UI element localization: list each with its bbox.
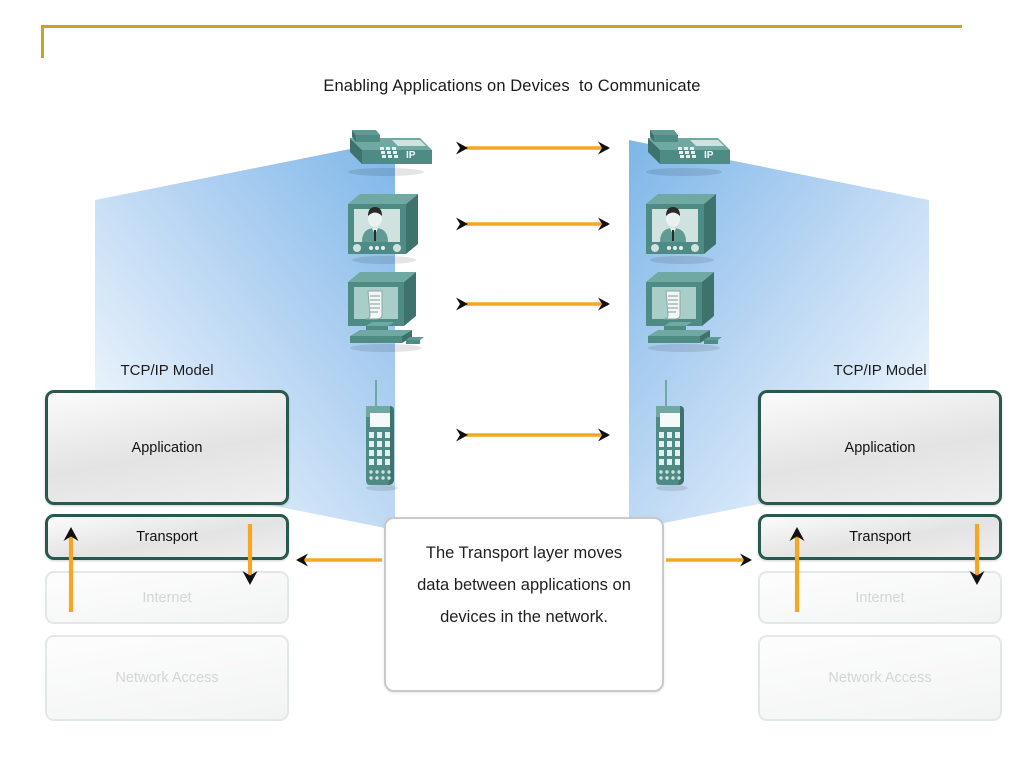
svg-text:IP: IP (704, 150, 714, 161)
mobile-phone-icon-right (656, 380, 688, 491)
stack-title-left: TCP/IP Model (120, 362, 214, 379)
slide-canvas: Enabling Applications on Devices to Comm… (0, 0, 1024, 768)
frame-top-rule (41, 25, 962, 28)
layer-application-left[interactable]: Application (45, 390, 289, 505)
page-title: Enabling Applications on Devices to Comm… (323, 77, 701, 95)
layer-transport-left[interactable]: Transport (45, 514, 289, 560)
ip-phone-icon-right: IP (646, 130, 730, 176)
desktop-pc-icon-right (646, 272, 722, 352)
layer-network-access-left[interactable]: Network Access (45, 635, 289, 721)
stack-title-right: TCP/IP Model (833, 362, 927, 379)
video-screen-icon-left (348, 194, 418, 264)
layer-internet-right[interactable]: Internet (758, 571, 1002, 624)
layer-internet-left[interactable]: Internet (45, 571, 289, 624)
svg-text:IP: IP (406, 150, 416, 161)
video-screen-icon-right (646, 194, 716, 264)
tcpip-stack-left: TCP/IP Model Application Transport Inter… (45, 362, 289, 721)
tcpip-stack-right: TCP/IP Model Application Transport Inter… (758, 362, 1002, 721)
mobile-phone-icon-left (366, 380, 398, 491)
layer-application-right[interactable]: Application (758, 390, 1002, 505)
desktop-pc-icon-left (348, 272, 424, 352)
layer-transport-right[interactable]: Transport (758, 514, 1002, 560)
ip-phone-icon-left: IP (348, 130, 432, 176)
layer-network-access-right[interactable]: Network Access (758, 635, 1002, 721)
callout-box: The Transport layer moves data between a… (384, 517, 664, 692)
frame-left-rule (41, 25, 44, 58)
